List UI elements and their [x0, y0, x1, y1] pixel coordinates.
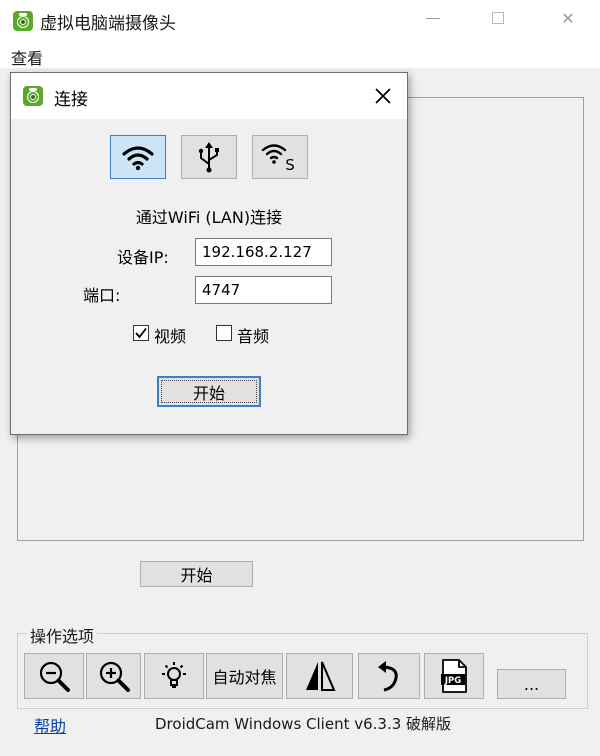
- dialog-close-button[interactable]: [363, 77, 403, 115]
- mirror-flip-icon: [305, 661, 336, 691]
- port-label: 端口:: [83, 286, 121, 305]
- zoom-in-button[interactable]: [86, 653, 141, 699]
- light-button[interactable]: [144, 653, 204, 699]
- device-ip-input[interactable]: 192.168.2.127: [195, 238, 332, 266]
- audio-label: 音频: [237, 327, 270, 346]
- maximize-button[interactable]: [475, 0, 521, 36]
- dialog-start-button[interactable]: 开始: [157, 376, 261, 407]
- more-options-label: ...: [523, 674, 540, 694]
- checkmark-icon: [135, 327, 147, 339]
- mode-caption: 通过WiFi (LAN)连接: [135, 208, 283, 227]
- dialog-app-icon: [23, 86, 43, 106]
- dialog-title: 连接: [54, 90, 88, 110]
- wifi-server-mode-button[interactable]: S: [252, 135, 308, 179]
- jpg-snapshot-icon: JPG: [441, 659, 467, 693]
- maximize-icon: [492, 12, 504, 24]
- usb-mode-button[interactable]: [181, 135, 237, 179]
- svg-text:S: S: [285, 156, 295, 173]
- app-camera-icon: [13, 11, 33, 31]
- version-text: DroidCam Windows Client v6.3.3 破解版: [155, 715, 452, 733]
- main-titlebar: 虚拟电脑端摄像头 ✕: [0, 0, 600, 42]
- window-title: 虚拟电脑端摄像头: [40, 14, 176, 34]
- dialog-start-label: 开始: [192, 383, 225, 403]
- autofocus-button[interactable]: 自动对焦: [206, 653, 283, 699]
- zoom-out-icon: [39, 661, 70, 692]
- options-group-label: 操作选项: [27, 623, 98, 647]
- menubar: 查看: [0, 42, 600, 68]
- video-checkbox[interactable]: [133, 325, 149, 341]
- video-label: 视频: [154, 327, 187, 346]
- connect-dialog: 连接 S 通过WiFi (LAN)连接 设备IP: 192.168.2.127 …: [10, 72, 408, 435]
- mirror-button[interactable]: [286, 653, 353, 699]
- start-button[interactable]: 开始: [140, 561, 253, 587]
- wifi-mode-button[interactable]: [110, 135, 166, 179]
- close-icon: [375, 88, 391, 104]
- usb-icon: [198, 142, 219, 173]
- light-bulb-icon: [162, 662, 186, 688]
- close-icon: ✕: [561, 8, 575, 28]
- rotate-button[interactable]: [358, 653, 420, 699]
- menu-view[interactable]: 查看: [11, 45, 43, 69]
- close-button[interactable]: ✕: [545, 0, 591, 36]
- zoom-out-button[interactable]: [24, 653, 84, 699]
- help-link[interactable]: 帮助: [34, 713, 66, 737]
- wifi-server-icon: S: [261, 144, 295, 173]
- dialog-titlebar: 连接: [11, 73, 407, 119]
- rotate-icon: [378, 661, 398, 692]
- snapshot-button[interactable]: JPG: [424, 653, 484, 699]
- audio-checkbox[interactable]: [216, 325, 232, 341]
- wifi-icon: [122, 146, 154, 171]
- svg-text:JPG: JPG: [444, 676, 461, 686]
- minimize-icon: [426, 17, 440, 19]
- device-ip-label: 设备IP:: [117, 248, 169, 267]
- zoom-in-icon: [99, 661, 130, 692]
- autofocus-label: 自动对焦: [212, 668, 277, 687]
- more-options-button[interactable]: ...: [497, 669, 566, 699]
- minimize-button[interactable]: [410, 0, 456, 36]
- port-input[interactable]: 4747: [195, 276, 332, 304]
